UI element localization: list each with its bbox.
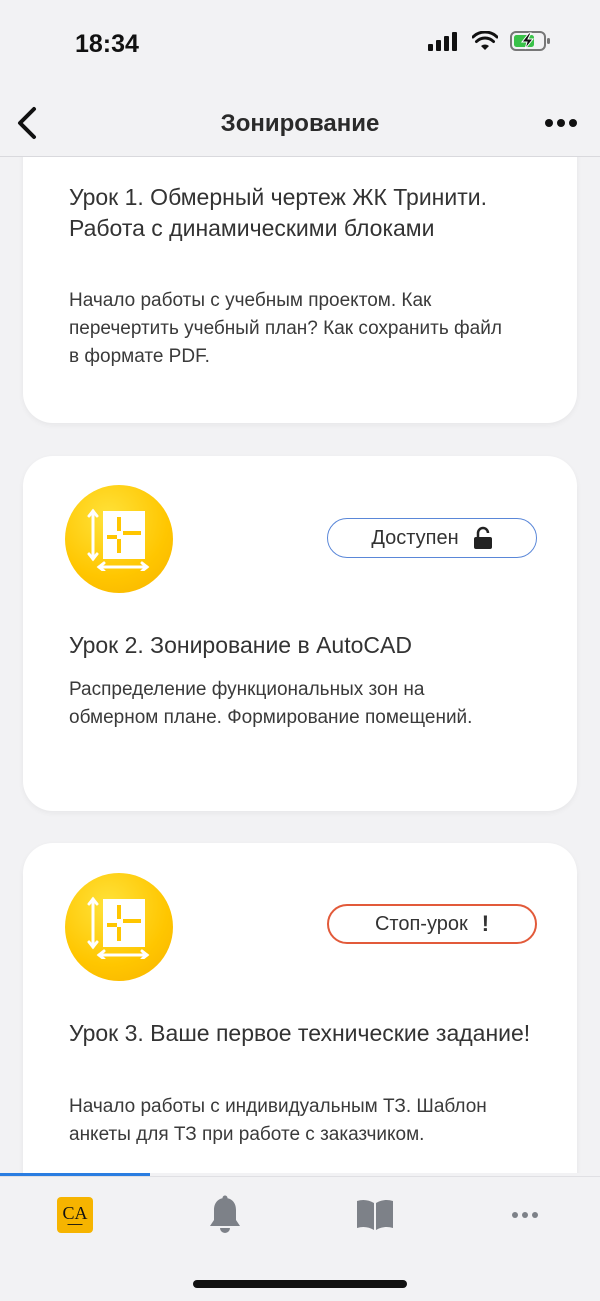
status-badge-stop[interactable]: Стоп-урок ! xyxy=(327,904,537,944)
page-title: Зонирование xyxy=(220,110,380,137)
tab-more[interactable] xyxy=(500,1195,550,1235)
lesson-card-3[interactable]: Стоп-урок ! Урок 3. Ваше первое техничес… xyxy=(23,843,577,1173)
lesson-description: Начало работы с индивидуальным ТЗ. Шабло… xyxy=(69,1096,487,1145)
battery-icon xyxy=(510,31,550,51)
lesson-description: Распределение функциональных зон на обме… xyxy=(69,679,473,728)
badge-label: Стоп-урок xyxy=(374,912,468,935)
book-icon xyxy=(357,1199,393,1230)
lesson-icon xyxy=(65,873,173,981)
more-button[interactable] xyxy=(544,110,578,136)
unlock-icon xyxy=(473,526,492,549)
bell-icon xyxy=(210,1195,240,1233)
lesson-card-2[interactable]: Доступен Урок 2. Зонирование в AutoCAD Р… xyxy=(23,456,577,811)
exclamation-icon: ! xyxy=(481,911,490,936)
lesson-description: Начало работы с учебным проектом. Как пе… xyxy=(69,290,502,367)
tab-library[interactable] xyxy=(350,1195,400,1235)
status-bar: 18:34 xyxy=(0,0,600,90)
app-logo: CA ▬▬▬▬▬ xyxy=(57,1197,93,1233)
floorplan-icon xyxy=(87,896,150,959)
logo-letters: CA xyxy=(62,1203,88,1223)
floorplan-icon xyxy=(87,508,150,571)
wifi-icon xyxy=(472,31,498,50)
lesson-icon xyxy=(65,485,173,593)
lesson-title: Урок 3. Ваше первое технические задание! xyxy=(69,1020,531,1046)
more-horizontal-icon xyxy=(512,1212,538,1218)
tab-home[interactable]: CA ▬▬▬▬▬ xyxy=(50,1195,100,1235)
home-indicator[interactable] xyxy=(193,1280,407,1288)
more-icon xyxy=(545,119,577,127)
lesson-card-1[interactable]: Урок 1. Обмерный чертеж ЖК Тринити. Рабо… xyxy=(23,157,577,423)
status-badge-available[interactable]: Доступен xyxy=(327,518,537,558)
tab-notifications[interactable] xyxy=(200,1195,250,1235)
status-icons xyxy=(428,30,552,52)
lesson-title: Урок 1. Обмерный чертеж ЖК Тринити. Рабо… xyxy=(69,184,487,241)
lessons-list: Урок 1. Обмерный чертеж ЖК Тринити. Рабо… xyxy=(0,157,600,1173)
nav-bar: Зонирование xyxy=(0,90,600,157)
badge-label: Доступен xyxy=(371,526,459,549)
signal-icon xyxy=(428,32,457,51)
lesson-title: Урок 2. Зонирование в AutoCAD xyxy=(69,632,412,658)
logo-decoration: ▬▬▬▬▬ xyxy=(67,1222,83,1226)
status-time: 18:34 xyxy=(75,30,139,58)
